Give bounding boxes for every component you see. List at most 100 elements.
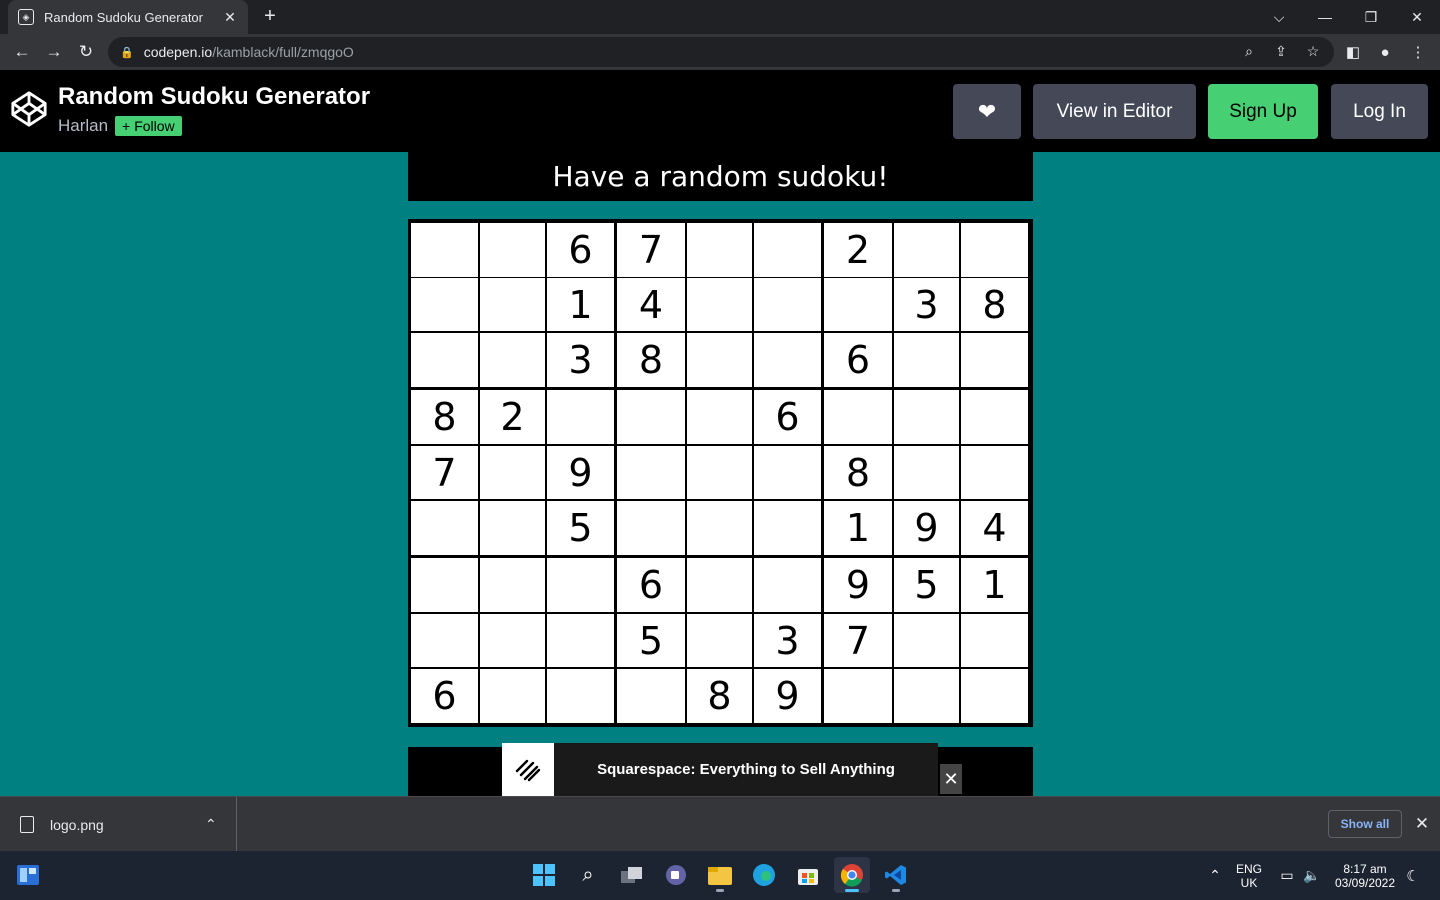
tab-title: Random Sudoku Generator [44, 9, 203, 25]
sudoku-cell [547, 558, 614, 612]
language-line-2: UK [1240, 875, 1258, 890]
address-bar[interactable]: 🔒 codepen.io/kamblack/full/zmqgoO [108, 37, 1334, 67]
reload-icon[interactable]: ↻ [72, 38, 100, 66]
sudoku-cell: 3 [547, 333, 614, 387]
sudoku-cell: 2 [824, 223, 892, 277]
download-item[interactable]: logo.png ⌃ [0, 797, 237, 852]
sudoku-cell [480, 446, 545, 499]
sudoku-cell [961, 614, 1028, 667]
new-tab-button[interactable]: + [258, 4, 282, 28]
show-all-button[interactable]: Show all [1328, 810, 1402, 838]
downloads-bar: logo.png ⌃ Show all ✕ [0, 796, 1440, 852]
bookmark-star-icon[interactable]: ☆ [1303, 41, 1323, 61]
show-hidden-icons-icon[interactable]: ⌃ [1203, 851, 1227, 900]
zoom-icon[interactable]: ⌕ [1239, 41, 1259, 61]
sudoku-cell [894, 223, 959, 277]
widgets-svg [17, 865, 39, 885]
sudoku-cell [480, 223, 545, 277]
codepen-favicon-icon: ◈ [18, 9, 34, 25]
start-icon[interactable] [526, 857, 562, 893]
plus-icon: + [122, 118, 131, 134]
language-line-1: ENG [1235, 861, 1262, 876]
sudoku-cell [617, 446, 685, 499]
widgets-icon[interactable] [10, 857, 46, 893]
sudoku-cell: 6 [617, 558, 685, 612]
windows-taskbar: ⌕ ⌃ ENG UK ▭ 🔈 8:17 am 03/09/2022 ☾ [0, 851, 1440, 900]
sudoku-cell [547, 614, 614, 667]
sudoku-cell [480, 669, 545, 723]
sudoku-cell [480, 558, 545, 612]
sudoku-cell: 1 [961, 558, 1028, 612]
chat-icon[interactable] [658, 857, 694, 893]
ad-text[interactable]: Squarespace: Everything to Sell Anything [554, 761, 938, 778]
window-close-icon[interactable]: ✕ [1394, 0, 1440, 34]
ad-close-icon[interactable]: ✕ [940, 764, 962, 794]
sudoku-cell: 9 [754, 669, 821, 723]
sudoku-cell [961, 390, 1028, 444]
tab-close-icon[interactable]: ✕ [222, 9, 238, 26]
sign-up-button[interactable]: Sign Up [1208, 84, 1318, 139]
store-icon[interactable] [790, 857, 826, 893]
network-icon[interactable]: ▭ [1276, 851, 1298, 900]
clock-time: 8:17 am [1343, 861, 1387, 876]
language-indicator[interactable]: ENG UK [1232, 851, 1266, 900]
pen-author[interactable]: Harlan [58, 116, 108, 136]
restore-icon[interactable]: ❐ [1348, 0, 1394, 34]
sudoku-cell [894, 614, 959, 667]
browser-tab[interactable]: ◈ Random Sudoku Generator ✕ [8, 0, 248, 34]
sudoku-cell [687, 558, 752, 612]
forward-icon[interactable]: → [40, 38, 68, 66]
sudoku-cell [754, 446, 821, 499]
clock[interactable]: 8:17 am 03/09/2022 [1330, 851, 1400, 900]
sudoku-cell: 6 [824, 333, 892, 387]
lock-icon: 🔒 [120, 46, 134, 59]
sudoku-cell [894, 446, 959, 499]
vscode-icon[interactable] [878, 857, 914, 893]
heart-button[interactable]: ❤ [953, 84, 1021, 139]
menu-kebab-icon[interactable]: ⋮ [1407, 41, 1429, 63]
sudoku-cell: 5 [547, 501, 614, 555]
sudoku-cell: 6 [547, 223, 614, 277]
codepen-logo-icon[interactable] [10, 90, 48, 128]
sudoku-cell [480, 501, 545, 555]
tab-search-icon[interactable]: ⌵ [1256, 0, 1302, 34]
sudoku-cell: 1 [824, 501, 892, 555]
sudoku-cell [824, 669, 892, 723]
vscode-svg [885, 865, 906, 885]
sudoku-cell: 4 [617, 278, 685, 331]
chrome-icon[interactable] [834, 857, 870, 893]
sudoku-cell [617, 501, 685, 555]
download-file-name: logo.png [50, 816, 104, 833]
sudoku-cell [687, 223, 752, 277]
share-icon[interactable]: ⇪ [1271, 41, 1291, 61]
edge-icon[interactable] [746, 857, 782, 893]
running-indicator [716, 889, 724, 892]
sudoku-cell: 8 [617, 333, 685, 387]
url-path: /kamblack/full/zmqgoO [212, 44, 354, 60]
sudoku-cell [824, 278, 892, 331]
running-indicator [892, 889, 900, 892]
log-in-button[interactable]: Log In [1331, 84, 1428, 139]
downloads-close-icon[interactable]: ✕ [1410, 810, 1434, 838]
back-icon[interactable]: ← [8, 38, 36, 66]
focus-assist-icon[interactable]: ☾ [1402, 851, 1424, 900]
sudoku-cell [894, 390, 959, 444]
sudoku-cell: 6 [754, 390, 821, 444]
follow-button[interactable]: + Follow [115, 116, 182, 136]
minimize-icon[interactable]: — [1302, 0, 1348, 34]
ad-banner[interactable]: Squarespace: Everything to Sell Anything [502, 743, 938, 796]
view-in-editor-button[interactable]: View in Editor [1033, 84, 1196, 139]
sudoku-cell: 1 [547, 278, 614, 331]
search-icon[interactable]: ⌕ [570, 857, 606, 893]
profile-icon[interactable]: ● [1374, 41, 1396, 63]
sudoku-cell: 7 [824, 614, 892, 667]
chevron-up-icon[interactable]: ⌃ [205, 816, 217, 833]
file-explorer-icon[interactable] [702, 857, 738, 893]
side-panel-icon[interactable]: ◧ [1342, 41, 1364, 63]
volume-icon[interactable]: 🔈 [1301, 851, 1323, 900]
sudoku-cell [617, 390, 685, 444]
sudoku-cell [687, 390, 752, 444]
sudoku-cell [961, 333, 1028, 387]
task-view-icon[interactable] [614, 857, 650, 893]
sudoku-cell [754, 558, 821, 612]
